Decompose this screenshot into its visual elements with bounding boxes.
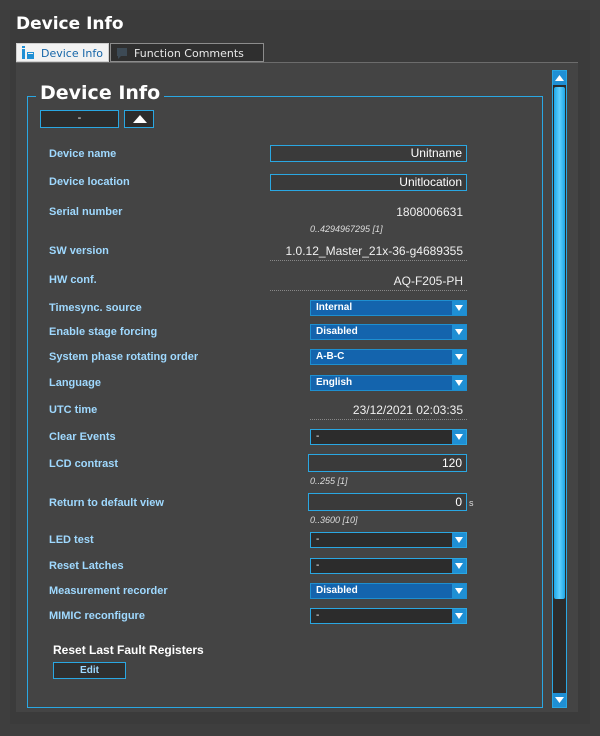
tab-function-comments[interactable]: Function Comments (110, 43, 264, 62)
device-name-field[interactable]: Unitname (270, 145, 467, 162)
collapse-button[interactable]: - (40, 110, 119, 128)
select-value: A-B-C (316, 351, 345, 362)
device-name-label: Device name (49, 148, 117, 160)
utc-time-value: 23/12/2021 02:03:35 (352, 403, 463, 417)
window-title: Device Info (16, 14, 124, 34)
chevron-down-icon (452, 325, 466, 339)
stage-forcing-select[interactable]: Disabled (310, 324, 467, 340)
chevron-down-icon (452, 609, 466, 623)
timesync-source-label: Timesync. source (49, 302, 142, 314)
device-info-icon (21, 46, 35, 60)
default-view-field[interactable]: 0 (308, 493, 467, 511)
default-view-range: 0..3600 [10] (310, 515, 358, 525)
default-view-label: Return to default view (49, 497, 164, 509)
phase-order-select[interactable]: A-B-C (310, 349, 467, 365)
edit-button[interactable]: Edit (53, 662, 126, 679)
lcd-contrast-range: 0..255 [1] (310, 476, 348, 486)
chevron-down-icon (452, 350, 466, 364)
comment-icon (115, 46, 129, 60)
tab-device-info[interactable]: Device Info (16, 43, 109, 62)
utc-time-underline (310, 419, 467, 420)
select-value: Disabled (316, 326, 358, 337)
chevron-down-icon (452, 559, 466, 573)
select-value: Internal (316, 302, 353, 313)
scroll-up-button[interactable] (553, 71, 566, 85)
chevron-down-icon (452, 533, 466, 547)
language-label: Language (49, 377, 101, 389)
chevron-down-icon (452, 376, 466, 390)
sw-version-value: 1.0.12_Master_21x-36-g4689355 (285, 244, 463, 258)
chevron-down-icon (452, 301, 466, 315)
select-value: Disabled (316, 585, 358, 596)
reset-latches-label: Reset Latches (49, 560, 124, 572)
utc-time-label: UTC time (49, 404, 98, 416)
sw-version-underline (270, 260, 467, 261)
stage-forcing-label: Enable stage forcing (49, 326, 158, 338)
hw-conf-value: AQ-F205-PH (393, 274, 463, 288)
tab-label: Device Info (41, 47, 103, 60)
mimic-reconfigure-label: MIMIC reconfigure (49, 610, 145, 622)
led-test-label: LED test (49, 534, 94, 546)
serial-number-value: 1808006631 (396, 205, 463, 219)
reset-latches-select[interactable]: - (310, 558, 467, 574)
hw-conf-label: HW conf. (49, 274, 97, 286)
language-select[interactable]: English (310, 375, 467, 391)
lcd-contrast-label: LCD contrast (49, 458, 119, 470)
reset-fault-registers-title: Reset Last Fault Registers (53, 643, 204, 657)
chevron-down-icon (452, 584, 466, 598)
sw-version-label: SW version (49, 245, 109, 257)
lcd-contrast-field[interactable]: 120 (308, 454, 467, 472)
select-value: - (316, 431, 320, 442)
clear-events-select[interactable]: - (310, 429, 467, 445)
serial-number-range: 0..4294967295 [1] (310, 224, 383, 234)
phase-order-label: System phase rotating order (49, 351, 199, 363)
default-view-unit: s (469, 498, 474, 508)
scrollbar[interactable] (552, 70, 567, 708)
group-title: Device Info (36, 82, 165, 104)
measurement-recorder-select[interactable]: Disabled (310, 583, 467, 599)
arrow-up-icon (133, 115, 147, 123)
timesync-source-select[interactable]: Internal (310, 300, 467, 316)
scroll-down-button[interactable] (553, 693, 566, 707)
mimic-reconfigure-select[interactable]: - (310, 608, 467, 624)
chevron-down-icon (452, 430, 466, 444)
arrow-up-icon (555, 75, 564, 81)
device-location-label: Device location (49, 176, 130, 188)
clear-events-label: Clear Events (49, 431, 116, 443)
hw-conf-underline (270, 290, 467, 291)
tab-label: Function Comments (134, 47, 244, 60)
device-location-field[interactable]: Unitlocation (270, 174, 467, 191)
led-test-select[interactable]: - (310, 532, 467, 548)
select-value: - (316, 534, 320, 545)
measurement-recorder-label: Measurement recorder (49, 585, 168, 597)
serial-number-label: Serial number (49, 206, 123, 218)
arrow-down-icon (555, 697, 564, 703)
select-value: - (316, 560, 320, 571)
select-value: English (316, 377, 353, 388)
scroll-thumb[interactable] (554, 87, 565, 599)
move-up-button[interactable] (124, 110, 154, 128)
select-value: - (316, 610, 320, 621)
